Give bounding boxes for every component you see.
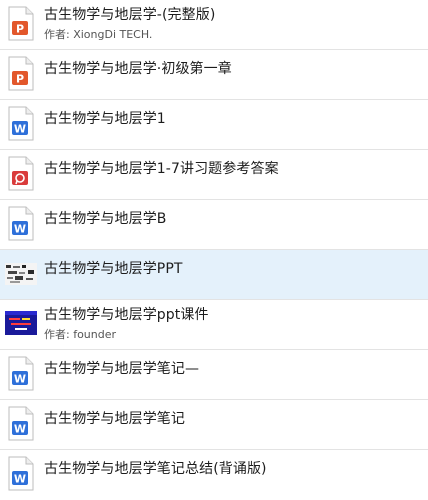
file-row[interactable]: W 古生物学与地层学B <box>0 200 428 250</box>
file-title: 古生物学与地层学笔记总结(背诵版) <box>44 461 267 477</box>
word-doc-icon: W <box>5 206 37 242</box>
file-title: 古生物学与地层学笔记 <box>44 411 185 427</box>
word-doc-icon: W <box>5 106 37 142</box>
svg-text:W: W <box>14 373 26 386</box>
file-row[interactable]: W 古生物学与地层学笔记— <box>0 350 428 400</box>
file-author: 作者: XiongDi TECH. <box>44 26 152 42</box>
slide-thumbnail-icon <box>5 311 37 335</box>
ppt-file-icon: P <box>5 6 37 42</box>
word-doc-icon: W <box>5 406 37 442</box>
file-title: 古生物学与地层学PPT <box>44 261 183 277</box>
file-title: 古生物学与地层学·初级第一章 <box>44 61 232 77</box>
file-row[interactable]: 古生物学与地层学ppt课件 作者: founder <box>0 300 428 350</box>
file-title: 古生物学与地层学ppt课件 <box>44 307 209 323</box>
word-doc-icon: W <box>5 356 37 392</box>
author-prefix: 作者: <box>44 328 74 341</box>
file-row[interactable]: W 古生物学与地层学笔记总结(背诵版) <box>0 450 428 500</box>
word-doc-icon: W <box>5 456 37 492</box>
ppt-file-icon: P <box>5 56 37 92</box>
svg-text:W: W <box>14 473 26 486</box>
svg-text:P: P <box>16 73 24 86</box>
svg-text:P: P <box>16 23 24 36</box>
file-title: 古生物学与地层学1-7讲习题参考答案 <box>44 161 279 177</box>
file-list: P 古生物学与地层学-(完整版) 作者: XiongDi TECH. P 古生物… <box>0 0 428 500</box>
author-name: XiongDi TECH. <box>73 28 153 41</box>
author-name: founder <box>73 328 117 341</box>
file-row-selected[interactable]: 古生物学与地层学PPT <box>0 250 428 300</box>
file-row[interactable]: P 古生物学与地层学-(完整版) 作者: XiongDi TECH. <box>0 0 428 50</box>
file-row[interactable]: P 古生物学与地层学·初级第一章 <box>0 50 428 100</box>
file-title: 古生物学与地层学笔记— <box>44 361 200 377</box>
slide-thumbnail-icon <box>5 263 37 285</box>
file-row[interactable]: W 古生物学与地层学1 <box>0 100 428 150</box>
pdf-file-icon <box>5 156 37 192</box>
file-title: 古生物学与地层学B <box>44 211 167 227</box>
file-row[interactable]: 古生物学与地层学1-7讲习题参考答案 <box>0 150 428 200</box>
author-prefix: 作者: <box>44 28 74 41</box>
file-row[interactable]: W 古生物学与地层学笔记 <box>0 400 428 450</box>
svg-text:W: W <box>14 223 26 236</box>
svg-text:W: W <box>14 123 26 136</box>
file-title: 古生物学与地层学1 <box>44 111 166 127</box>
file-title: 古生物学与地层学-(完整版) <box>44 7 216 23</box>
svg-text:W: W <box>14 423 26 436</box>
file-author: 作者: founder <box>44 326 116 342</box>
